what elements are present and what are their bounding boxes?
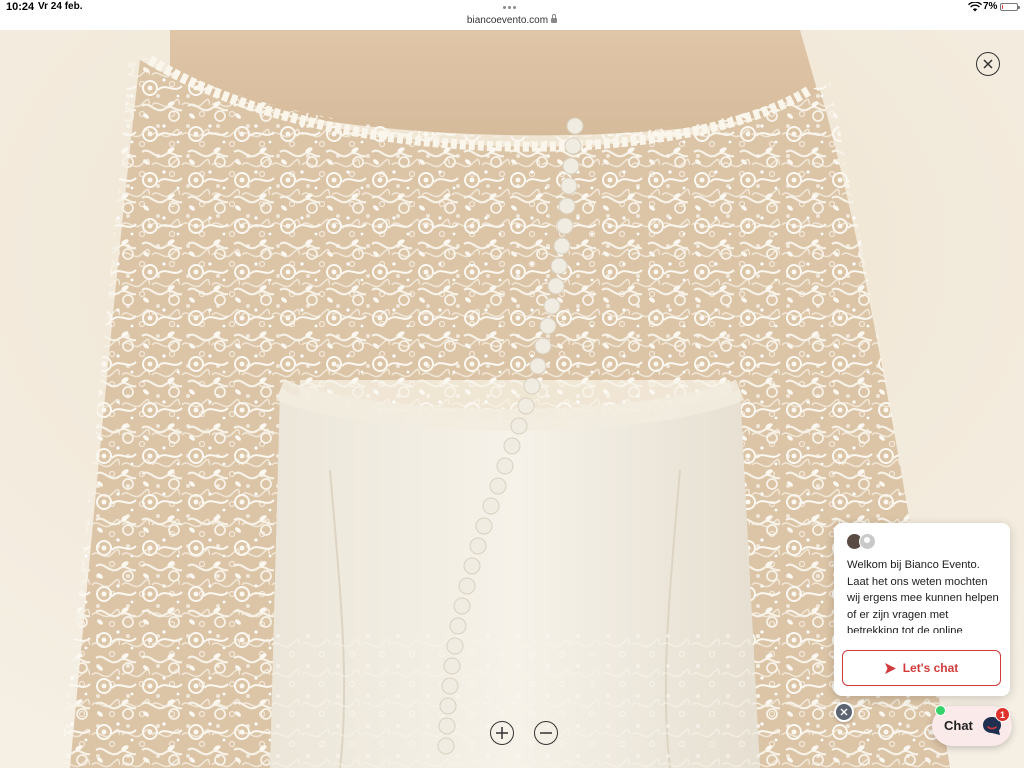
close-icon <box>983 59 993 69</box>
online-status-indicator <box>935 705 946 716</box>
status-time: 10:24 <box>6 1 35 13</box>
address-bar[interactable]: biancoevento.com <box>0 14 1024 26</box>
lock-icon <box>551 14 558 23</box>
minus-icon <box>540 732 552 734</box>
wifi-icon <box>968 2 982 12</box>
lets-chat-button[interactable]: Let's chat <box>842 650 1001 686</box>
close-icon <box>840 708 848 716</box>
multitasking-dots-icon[interactable] <box>503 6 516 9</box>
address-url: biancoevento.com <box>466 15 549 26</box>
battery-percent: 7% <box>983 1 998 12</box>
close-viewer-button[interactable] <box>976 52 1000 76</box>
battery-icon <box>1000 3 1020 11</box>
agent-avatars <box>846 533 886 551</box>
close-popup-button[interactable] <box>834 702 854 722</box>
status-bar: 10:24 Vr 24 feb. biancoevento.com 7% <box>0 0 1024 30</box>
zoom-in-button[interactable] <box>490 721 514 745</box>
plus-icon <box>496 727 508 739</box>
welcome-message: Welkom bij Bianco Evento. Laat het ons w… <box>847 559 999 633</box>
battery-level-fill <box>1002 5 1003 9</box>
unread-badge: 1 <box>995 707 1010 722</box>
lets-chat-label: Let's chat <box>902 661 959 675</box>
chat-welcome-popup: Welkom bij Bianco Evento. Laat het ons w… <box>834 523 1010 696</box>
send-icon <box>884 662 896 674</box>
status-date: Vr 24 feb. <box>38 1 83 12</box>
chat-launcher-label: Chat <box>944 718 973 733</box>
zoom-out-button[interactable] <box>534 721 558 745</box>
avatar <box>859 533 876 550</box>
